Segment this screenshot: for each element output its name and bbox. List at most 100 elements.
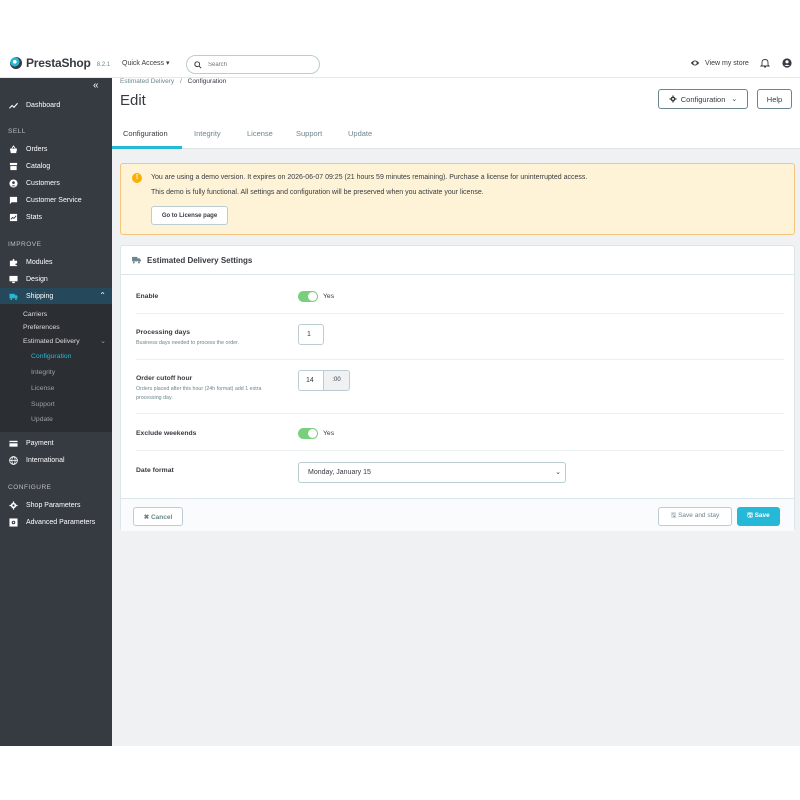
- tab-support[interactable]: Support: [296, 129, 322, 138]
- processing-days-input[interactable]: [298, 324, 324, 345]
- configuration-dropdown-button[interactable]: Configuration ⌄: [658, 89, 748, 109]
- collapse-sidebar-icon[interactable]: «: [93, 80, 99, 91]
- quick-access-dropdown[interactable]: Quick Access ▾: [122, 59, 169, 67]
- search-input[interactable]: [208, 61, 308, 68]
- save-icon: 🖫: [670, 512, 677, 519]
- gear-icon: [9, 500, 18, 510]
- settings-card: Estimated Delivery Settings Enable Yes P…: [120, 245, 795, 531]
- sidebar-item-preferences[interactable]: Preferences: [23, 324, 60, 331]
- chevron-down-icon: ⌄: [100, 338, 106, 345]
- sidebar-item-integrity[interactable]: Integrity: [31, 369, 55, 376]
- sidebar-item-update[interactable]: Update: [31, 416, 53, 423]
- chart-icon: [9, 213, 18, 221]
- sidebar-item-advanced-parameters[interactable]: Advanced Parameters: [0, 515, 112, 529]
- user-icon[interactable]: [782, 58, 792, 68]
- credit-card-icon: [9, 440, 18, 447]
- breadcrumb-current: Configuration: [187, 78, 227, 85]
- sidebar-item-shipping[interactable]: Shipping ⌃: [0, 288, 112, 304]
- section-configure: CONFIGURE: [8, 484, 52, 491]
- puzzle-icon: [9, 258, 18, 266]
- truck-icon: [132, 256, 141, 264]
- sidebar-item-label: Modules: [26, 258, 53, 266]
- demo-alert: ! You are using a demo version. It expir…: [120, 163, 795, 235]
- sidebar-item-label: Customer Service: [26, 196, 82, 204]
- exclude-weekends-toggle[interactable]: [298, 428, 318, 439]
- breadcrumb-separator: /: [180, 78, 182, 85]
- enable-toggle[interactable]: [298, 291, 318, 302]
- sidebar-item-label: Catalog: [26, 162, 51, 170]
- divider: [136, 359, 784, 360]
- breadcrumb: Estimated Delivery / Configuration: [120, 78, 226, 85]
- sidebar-item-dashboard[interactable]: Dashboard: [0, 98, 112, 112]
- sidebar-item-configuration[interactable]: Configuration: [31, 353, 71, 360]
- section-improve: IMPROVE: [8, 241, 42, 248]
- tab-configuration[interactable]: Configuration: [123, 129, 168, 138]
- sidebar-item-support[interactable]: Support: [31, 401, 55, 408]
- divider: [136, 313, 784, 314]
- sidebar-item-label: Shipping: [26, 292, 54, 300]
- tab-update[interactable]: Update: [348, 129, 372, 138]
- search-box[interactable]: [186, 55, 320, 74]
- sidebar-item-customer-service[interactable]: Customer Service: [0, 193, 112, 207]
- cutoff-hour-suffix: :00: [323, 370, 350, 391]
- cutoff-hour-input[interactable]: [298, 370, 324, 391]
- page-title: Edit: [120, 92, 146, 109]
- card-footer: ✖ Cancel 🖫 Save and stay 🖫 Save: [121, 498, 794, 531]
- logo-text: PrestaShop: [26, 56, 91, 70]
- cutoff-hour-label: Order cutoff hour: [136, 375, 193, 382]
- sidebar-item-estimated-delivery[interactable]: Estimated Delivery: [23, 338, 80, 345]
- exclude-weekends-label: Exclude weekends: [136, 430, 197, 437]
- sidebar-item-international[interactable]: International: [0, 453, 112, 467]
- sidebar-item-label: Orders: [26, 145, 48, 153]
- sidebar-item-label: International: [26, 456, 65, 464]
- main-content: Estimated Delivery / Configuration Edit …: [112, 78, 800, 746]
- sidebar-item-stats[interactable]: Stats: [0, 210, 112, 224]
- chevron-up-icon: ⌃: [99, 291, 106, 300]
- cutoff-hour-help: Orders placed after this hour (24h forma…: [136, 386, 262, 401]
- save-and-stay-button[interactable]: 🖫 Save and stay: [658, 507, 732, 526]
- sidebar-item-customers[interactable]: Customers: [0, 176, 112, 190]
- help-button[interactable]: Help: [757, 89, 792, 109]
- view-store-link[interactable]: View my store: [690, 58, 749, 68]
- bell-icon[interactable]: [760, 58, 770, 68]
- sidebar-item-catalog[interactable]: Catalog: [0, 159, 112, 173]
- close-icon: ✖: [143, 513, 150, 521]
- tab-bar: Configuration Integrity License Support …: [112, 120, 800, 149]
- save-icon: 🖫: [747, 512, 753, 519]
- save-button[interactable]: 🖫 Save: [737, 507, 780, 526]
- sidebar-item-label: Stats: [26, 213, 42, 221]
- chat-icon: [9, 196, 18, 204]
- sidebar-item-label: Design: [26, 275, 48, 283]
- processing-days-label: Processing days: [136, 329, 191, 336]
- date-format-select[interactable]: Monday, January 15 ⌄: [298, 462, 566, 483]
- enable-label: Enable: [136, 293, 159, 300]
- sidebar-item-orders[interactable]: Orders: [0, 142, 112, 156]
- card-header: Estimated Delivery Settings: [121, 246, 794, 275]
- divider: [136, 450, 784, 451]
- alert-line-2: This demo is fully functional. All setti…: [151, 189, 484, 196]
- sidebar-item-modules[interactable]: Modules: [0, 255, 112, 269]
- active-tab-indicator: [112, 146, 182, 149]
- go-to-license-button[interactable]: Go to License page: [151, 206, 228, 225]
- logo[interactable]: PrestaShop 8.2.1: [10, 56, 110, 70]
- tab-integrity[interactable]: Integrity: [194, 129, 221, 138]
- enable-toggle-label: Yes: [323, 293, 335, 300]
- view-store-label: View my store: [705, 59, 749, 67]
- trending-up-icon: [9, 102, 18, 109]
- tab-license[interactable]: License: [247, 129, 273, 138]
- sidebar-item-design[interactable]: Design: [0, 272, 112, 286]
- sidebar-item-label: Advanced Parameters: [26, 518, 96, 526]
- sidebar-item-license[interactable]: License: [31, 385, 54, 392]
- cancel-button[interactable]: ✖ Cancel: [133, 507, 183, 526]
- sidebar-item-carriers[interactable]: Carriers: [23, 311, 47, 318]
- desktop-icon: [9, 275, 18, 283]
- store-icon: [9, 162, 18, 170]
- gear-icon: [669, 95, 677, 103]
- exclude-weekends-toggle-label: Yes: [323, 430, 335, 437]
- eye-icon: [690, 60, 700, 66]
- sidebar-item-label: Dashboard: [26, 101, 61, 109]
- sidebar-item-shop-parameters[interactable]: Shop Parameters: [0, 498, 112, 512]
- sidebar-item-payment[interactable]: Payment: [0, 436, 112, 450]
- breadcrumb-parent[interactable]: Estimated Delivery: [120, 78, 174, 85]
- app: PrestaShop 8.2.1 Quick Access ▾ View my …: [0, 48, 800, 746]
